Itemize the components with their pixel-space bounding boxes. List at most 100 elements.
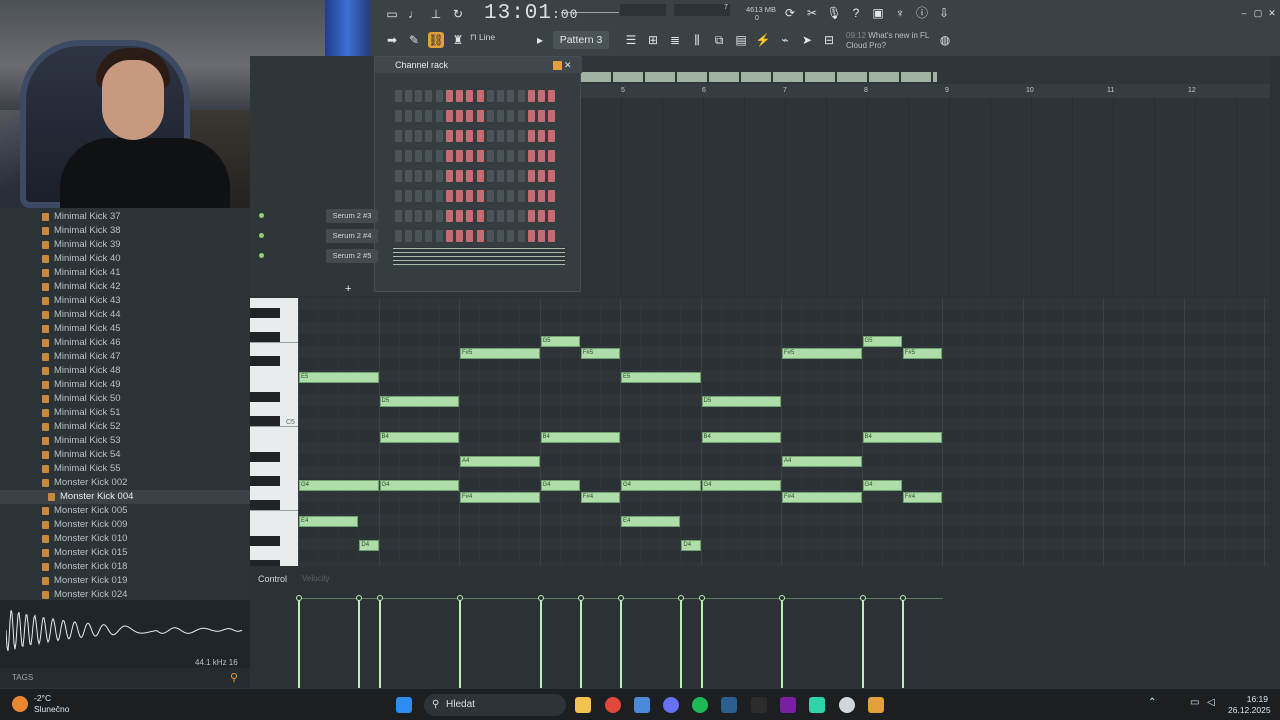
plug-icon[interactable]: ⚡ bbox=[755, 32, 771, 48]
step-button[interactable] bbox=[466, 110, 473, 122]
step-button[interactable] bbox=[415, 110, 422, 122]
close-icon[interactable]: ✕ bbox=[1264, 5, 1280, 21]
black-key[interactable] bbox=[250, 500, 280, 510]
network-icon[interactable]: ▭ bbox=[1190, 697, 1199, 708]
step-button[interactable] bbox=[405, 150, 412, 162]
note[interactable]: B4 bbox=[862, 432, 942, 443]
cart-icon[interactable]: ⊟ bbox=[821, 32, 837, 48]
browser-item[interactable]: Monster Kick 004 bbox=[0, 490, 250, 504]
step-button[interactable] bbox=[395, 90, 402, 102]
step-button[interactable] bbox=[425, 90, 432, 102]
step-button[interactable] bbox=[528, 90, 535, 102]
step-button[interactable] bbox=[477, 190, 484, 202]
tweak-icon[interactable]: ♆ bbox=[892, 5, 908, 21]
playlist-icon[interactable]: ≣ bbox=[667, 32, 683, 48]
browser-item[interactable]: Monster Kick 002 bbox=[0, 476, 250, 490]
step-button[interactable] bbox=[497, 150, 504, 162]
refresh-icon[interactable]: ⟳ bbox=[782, 5, 798, 21]
step-button[interactable] bbox=[395, 150, 402, 162]
velocity-handle[interactable] bbox=[457, 595, 463, 601]
step-button[interactable] bbox=[436, 130, 443, 142]
black-key[interactable] bbox=[250, 476, 280, 486]
playlist-grid[interactable] bbox=[581, 72, 1270, 296]
channel-row[interactable]: Serum 2 #5 bbox=[248, 247, 578, 265]
browser-item[interactable]: Minimal Kick 54 bbox=[0, 448, 250, 462]
velocity-handle[interactable] bbox=[899, 595, 906, 601]
step-button[interactable] bbox=[538, 190, 545, 202]
browser-item[interactable]: Minimal Kick 49 bbox=[0, 378, 250, 392]
note[interactable]: G4 bbox=[701, 480, 781, 491]
info-icon[interactable]: ⓘ bbox=[914, 5, 930, 21]
step-button[interactable] bbox=[466, 170, 473, 182]
browser-item[interactable]: Monster Kick 010 bbox=[0, 532, 250, 546]
channel-row[interactable]: Serum 2 #3 bbox=[248, 207, 578, 225]
step-button[interactable] bbox=[466, 190, 473, 202]
step-button[interactable] bbox=[548, 170, 555, 182]
step-button[interactable] bbox=[446, 190, 453, 202]
step-button[interactable] bbox=[528, 130, 535, 142]
step-button[interactable] bbox=[487, 170, 494, 182]
channel-rack-header[interactable]: Channel rack ✕ bbox=[375, 57, 582, 73]
channel-row[interactable]: Serum 2 #4 bbox=[248, 227, 578, 245]
note[interactable]: F#5 bbox=[460, 348, 540, 359]
save-icon[interactable]: ▣ bbox=[870, 5, 886, 21]
step-button[interactable] bbox=[477, 110, 484, 122]
steam-icon[interactable] bbox=[721, 697, 737, 713]
step-button[interactable] bbox=[415, 170, 422, 182]
close-icon[interactable]: ✕ bbox=[564, 57, 572, 73]
spotify-icon[interactable] bbox=[692, 697, 708, 713]
step-button[interactable] bbox=[528, 150, 535, 162]
help-icon[interactable]: ? bbox=[848, 5, 864, 21]
step-button[interactable] bbox=[538, 110, 545, 122]
step-button[interactable] bbox=[415, 130, 422, 142]
channel-mute-led[interactable] bbox=[259, 213, 264, 218]
step-button[interactable] bbox=[405, 110, 412, 122]
browser-item[interactable]: Minimal Kick 44 bbox=[0, 308, 250, 322]
cut-icon[interactable]: ✂ bbox=[804, 5, 820, 21]
note[interactable]: G5 bbox=[862, 336, 902, 347]
step-button[interactable] bbox=[466, 90, 473, 102]
browser-item[interactable]: Minimal Kick 52 bbox=[0, 420, 250, 434]
settings-icon[interactable] bbox=[839, 697, 855, 713]
step-button[interactable] bbox=[497, 110, 504, 122]
control-target[interactable]: Velocity bbox=[302, 574, 330, 583]
velocity-handle[interactable] bbox=[698, 595, 705, 601]
start-icon[interactable] bbox=[396, 697, 412, 713]
pencil-icon[interactable]: ✎ bbox=[406, 32, 422, 48]
step-button[interactable] bbox=[497, 190, 504, 202]
step-button[interactable] bbox=[436, 150, 443, 162]
step-button[interactable] bbox=[425, 190, 432, 202]
velocity-bar[interactable] bbox=[298, 599, 300, 688]
velocity-bar[interactable] bbox=[539, 599, 542, 688]
note[interactable]: F#4 bbox=[460, 492, 540, 503]
black-key[interactable] bbox=[250, 332, 280, 342]
step-button[interactable] bbox=[456, 150, 463, 162]
note[interactable]: A4 bbox=[460, 456, 540, 467]
browser-item[interactable]: Monster Kick 018 bbox=[0, 560, 250, 574]
globe-icon[interactable]: ◍ bbox=[937, 32, 953, 48]
news-panel[interactable]: 09:12 What's new in FL Cloud Pro? bbox=[846, 31, 929, 51]
note[interactable]: G4 bbox=[862, 480, 902, 491]
note[interactable]: F#5 bbox=[782, 348, 862, 359]
step-button[interactable] bbox=[507, 190, 514, 202]
note[interactable]: F#4 bbox=[782, 492, 862, 503]
weather-icon[interactable] bbox=[12, 696, 28, 712]
browser-item[interactable]: Minimal Kick 47 bbox=[0, 350, 250, 364]
explorer-icon[interactable] bbox=[575, 697, 591, 713]
channel-mute-led[interactable] bbox=[259, 253, 264, 258]
velocity-bar[interactable] bbox=[378, 599, 381, 688]
add-channel-button[interactable]: + bbox=[345, 283, 351, 295]
step-button[interactable] bbox=[405, 130, 412, 142]
graph-icon[interactable] bbox=[553, 61, 562, 70]
step-button[interactable] bbox=[477, 170, 484, 182]
play-button[interactable]: ➡ bbox=[384, 32, 400, 48]
search-icon[interactable]: ⚲ bbox=[230, 668, 238, 688]
velocity-handle[interactable] bbox=[376, 595, 383, 601]
velocity-handle[interactable] bbox=[356, 595, 363, 601]
velocity-bar[interactable] bbox=[700, 599, 703, 688]
piano-keys[interactable] bbox=[250, 298, 298, 570]
velocity-handle[interactable] bbox=[537, 595, 544, 601]
step-button[interactable] bbox=[548, 150, 555, 162]
step-button[interactable] bbox=[415, 190, 422, 202]
step-button[interactable] bbox=[528, 190, 535, 202]
